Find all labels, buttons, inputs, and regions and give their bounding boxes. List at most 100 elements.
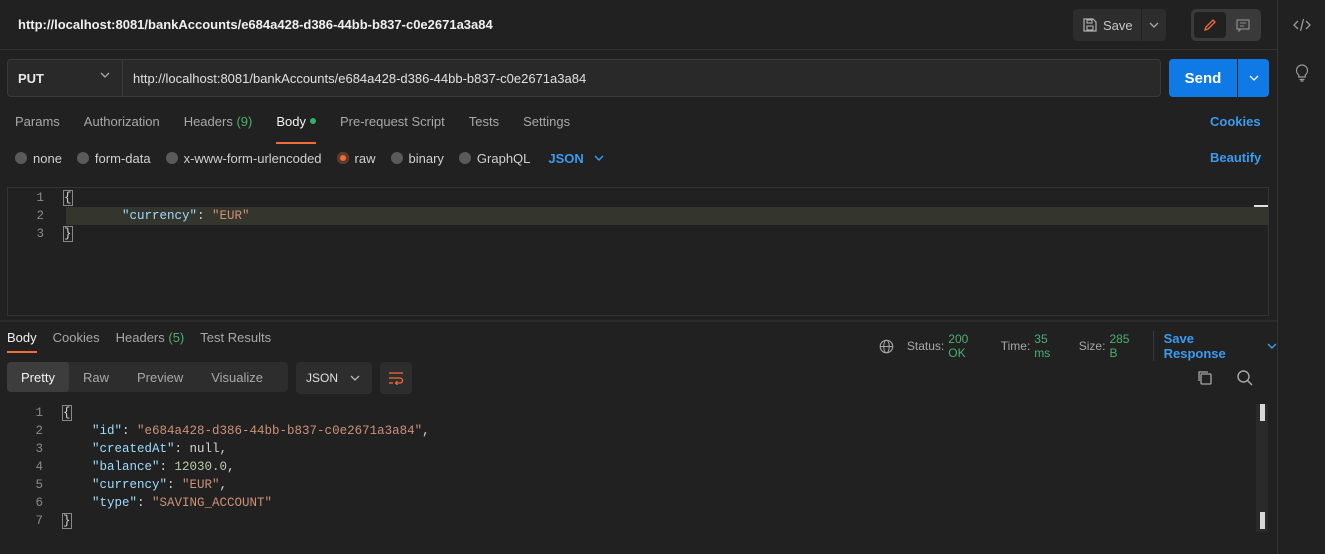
request-workspace: http://localhost:8081/bankAccounts/e684a…	[0, 0, 1277, 554]
code-line: "id": "e684a428-d386-44bb-b837-c0e2671a3…	[92, 424, 430, 438]
response-body-viewer[interactable]: 1 2 3 4 5 6 7 { "id": "e684a428-d386-44b…	[0, 404, 1270, 534]
request-body-editor[interactable]: 1 2 3 { "currency": "EUR" }	[7, 187, 1269, 316]
radio-none[interactable]: none	[15, 151, 62, 166]
radio-label: binary	[408, 150, 444, 166]
json-value: null	[189, 442, 220, 456]
radio-graphql[interactable]: GraphQL	[458, 151, 530, 166]
close-brace: }	[62, 513, 72, 529]
response-format-select[interactable]: JSON	[296, 362, 372, 394]
search-icon[interactable]	[1236, 369, 1254, 387]
time-value[interactable]: 35 ms	[1034, 332, 1066, 360]
save-label: Save	[1103, 17, 1133, 33]
beautify-link[interactable]: Beautify	[1210, 150, 1261, 165]
chevron-down-icon	[1267, 343, 1277, 349]
radio-form-data[interactable]: form-data	[76, 150, 151, 166]
active-tab-indicator	[7, 351, 37, 353]
wrap-lines-button[interactable]	[380, 362, 412, 394]
save-button[interactable]: Save	[1073, 9, 1141, 41]
tab-headers[interactable]: Headers (9)	[184, 114, 253, 138]
code-line: {	[63, 190, 73, 206]
tab-label: Authorization	[83, 114, 160, 129]
headers-count: (9)	[236, 114, 253, 129]
comment-icon	[1236, 18, 1250, 32]
json-comma: ,	[422, 424, 430, 438]
line-number: 5	[35, 478, 43, 492]
tab-label: Pre-request Script	[339, 114, 445, 129]
cookies-link[interactable]: Cookies	[1210, 114, 1261, 129]
code-line: "createdAt": null,	[92, 442, 228, 456]
save-dropdown-button[interactable]	[1142, 9, 1166, 41]
time-label: Time:	[1000, 339, 1031, 353]
radio-circle-selected	[336, 152, 349, 164]
radio-x-www-form-urlencoded[interactable]: x-www-form-urlencoded	[165, 151, 322, 166]
radio-label: raw	[354, 150, 376, 166]
tab-label: Cookies	[52, 330, 100, 345]
send-dropdown-button[interactable]	[1238, 59, 1269, 97]
info-button[interactable]	[1290, 61, 1314, 85]
line-number: 2	[36, 209, 44, 223]
copy-icon[interactable]	[1196, 369, 1214, 387]
request-title-bar: http://localhost:8081/bankAccounts/e684a…	[0, 0, 1277, 50]
json-value: 12030.0	[174, 460, 228, 474]
view-preview-button[interactable]: Preview	[123, 362, 197, 392]
code-line: "currency": "EUR"	[122, 209, 250, 223]
scrollbar-marker	[1260, 512, 1265, 529]
send-button[interactable]: Send	[1169, 59, 1237, 97]
code-snippet-button[interactable]	[1290, 13, 1314, 37]
response-tab-body[interactable]: Body	[7, 330, 37, 353]
radio-circle	[76, 152, 89, 164]
method-select[interactable]: PUT	[7, 59, 123, 97]
request-tabs: Params Authorization Headers (9) Body Pr…	[15, 114, 594, 144]
response-tab-test-results[interactable]: Test Results	[200, 330, 271, 345]
radio-circle	[390, 152, 403, 164]
line-number: 2	[35, 424, 43, 438]
tab-body[interactable]: Body	[276, 114, 316, 144]
chevron-down-icon	[594, 155, 604, 161]
tab-authorization[interactable]: Authorization	[84, 114, 160, 138]
request-title[interactable]: http://localhost:8081/bankAccounts/e684a…	[18, 17, 493, 32]
response-tabs: Body Cookies Headers (5) Test Results	[7, 330, 287, 353]
view-visualize-button[interactable]: Visualize	[197, 362, 277, 392]
tab-label: Body	[276, 114, 306, 129]
code-line: {	[62, 405, 72, 421]
method-value: PUT	[18, 70, 44, 86]
chevron-down-icon	[100, 72, 110, 78]
status-value[interactable]: 200 OK	[948, 332, 988, 360]
tab-settings[interactable]: Settings	[523, 114, 570, 138]
size-value[interactable]: 285 B	[1109, 332, 1140, 360]
view-pretty-button[interactable]: Pretty	[7, 362, 69, 392]
radio-binary[interactable]: binary	[390, 150, 444, 166]
json-key: "type"	[92, 496, 138, 510]
response-meta: Status: 200 OK Time: 35 ms Size: 285 B S…	[879, 331, 1277, 361]
radio-raw[interactable]: raw	[336, 150, 376, 166]
lightbulb-icon	[1295, 64, 1309, 82]
body-format-select[interactable]: JSON	[548, 151, 604, 166]
line-number: 4	[35, 460, 43, 474]
chevron-down-icon	[1249, 75, 1258, 81]
tab-label: Test Results	[200, 330, 272, 345]
tab-tests[interactable]: Tests	[469, 114, 499, 138]
response-tab-headers[interactable]: Headers (5)	[116, 330, 185, 345]
open-brace: {	[62, 405, 72, 421]
json-comma: ,	[219, 478, 228, 492]
edit-mode-button[interactable]	[1194, 12, 1226, 38]
radio-label: form-data	[94, 150, 151, 166]
save-response-button[interactable]: Save Response	[1152, 331, 1277, 361]
response-format-value: JSON	[306, 371, 339, 385]
url-input[interactable]	[123, 59, 1161, 97]
line-number: 1	[36, 191, 44, 205]
globe-icon[interactable]	[879, 339, 894, 354]
json-key: "currency"	[92, 478, 168, 492]
json-value: "SAVING_ACCOUNT"	[152, 496, 273, 510]
comment-mode-button[interactable]	[1228, 12, 1258, 38]
tab-params[interactable]: Params	[15, 114, 60, 138]
json-key: "id"	[92, 424, 123, 438]
pane-divider[interactable]	[0, 320, 1277, 322]
view-raw-button[interactable]: Raw	[69, 362, 123, 392]
line-number: 3	[36, 227, 44, 241]
active-tab-indicator	[276, 142, 316, 144]
response-tab-cookies[interactable]: Cookies	[53, 330, 100, 345]
json-value: "e684a428-d386-44bb-b837-c0e2671a3a84"	[137, 424, 423, 438]
tab-pre-request-script[interactable]: Pre-request Script	[340, 114, 445, 138]
close-brace: }	[63, 226, 73, 242]
